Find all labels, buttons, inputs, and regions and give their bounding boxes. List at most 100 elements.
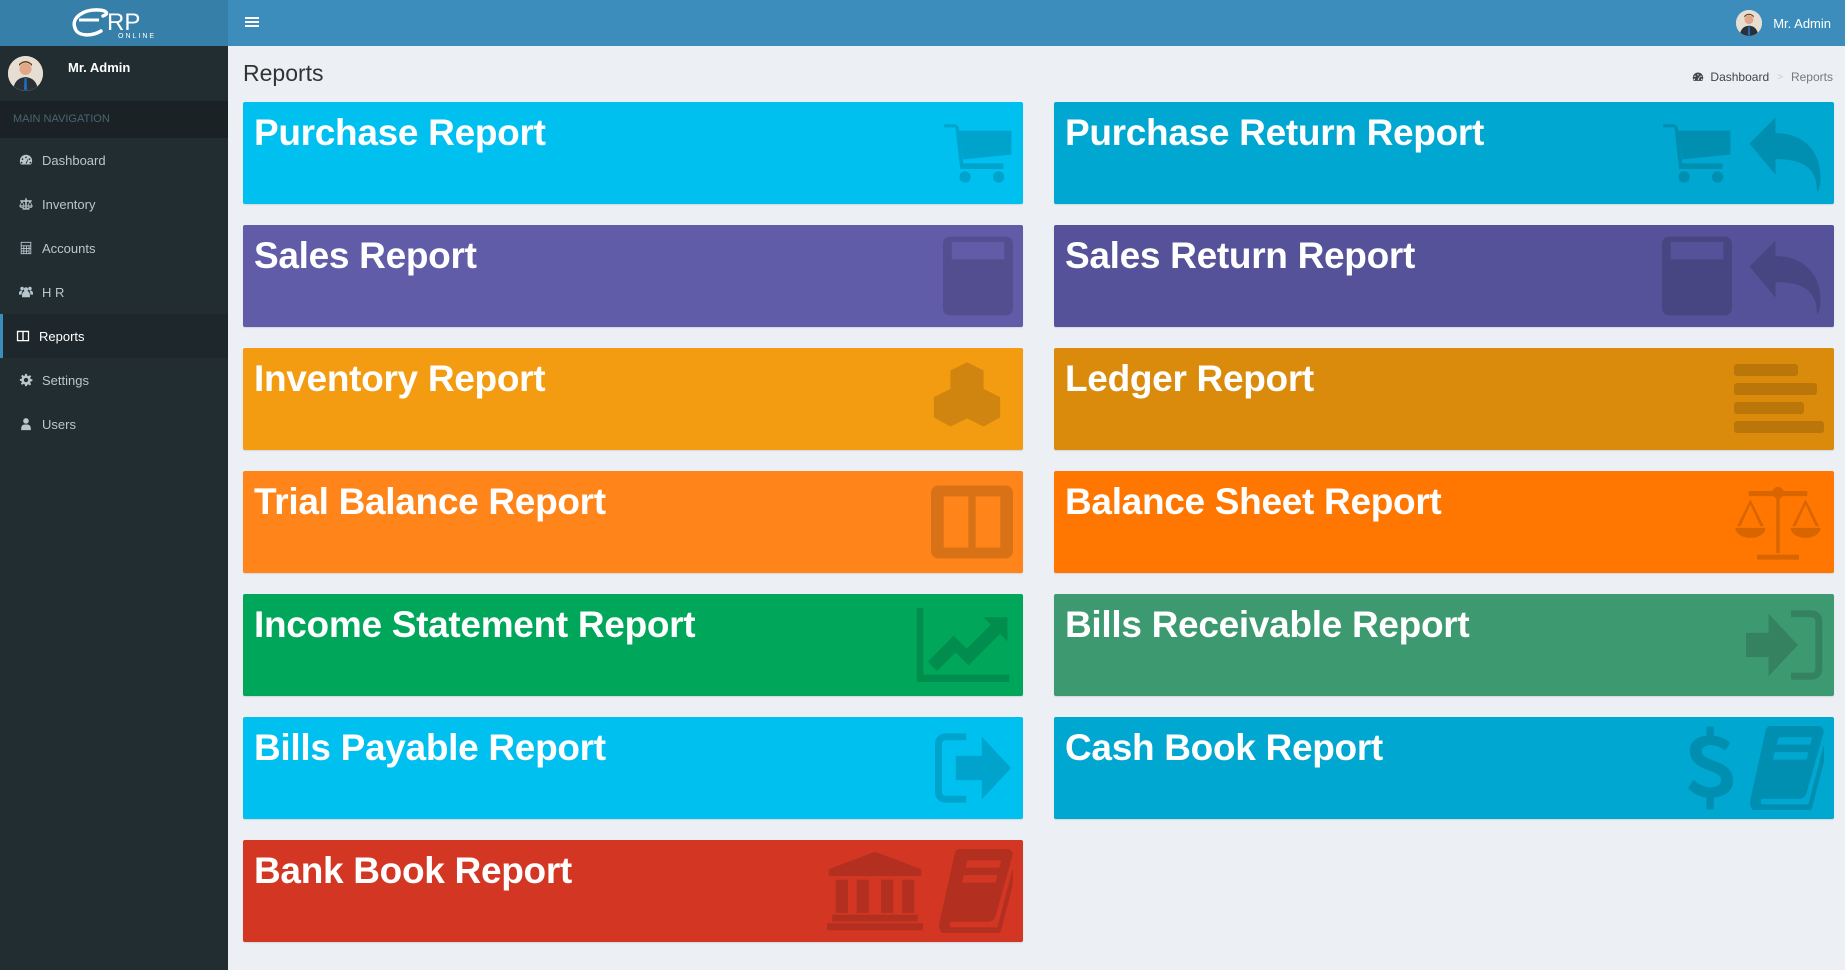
tile-icons xyxy=(1662,233,1824,319)
report-tile-cash-book-report[interactable]: Cash Book Report xyxy=(1054,717,1834,819)
report-tile-income-statement-report[interactable]: Income Statement Report xyxy=(243,594,1023,696)
sidebar-item-label: Accounts xyxy=(42,240,96,256)
content-wrapper: Reports Dashboard > Reports Purchase Rep… xyxy=(228,46,1845,970)
tile-title: Purchase Report xyxy=(254,112,546,153)
report-tile-ledger-report[interactable]: Ledger Report xyxy=(1054,348,1834,450)
cart-icon xyxy=(1660,121,1732,185)
logo-text: RP xyxy=(107,9,140,36)
tile-icons xyxy=(827,848,1013,934)
sidebar-item-label: Users xyxy=(42,416,76,432)
tile-icons xyxy=(921,356,1013,442)
report-tile-bills-payable-report[interactable]: Bills Payable Report xyxy=(243,717,1023,819)
sidebar-nav: Dashboard Inventory Accounts H R Reports… xyxy=(0,138,228,446)
breadcrumb-dashboard-link[interactable]: Dashboard xyxy=(1692,70,1769,84)
sidebar-toggle-button[interactable] xyxy=(242,12,262,32)
columns-icon xyxy=(931,485,1013,559)
tile-title: Income Statement Report xyxy=(254,604,696,645)
balance-scale-icon xyxy=(18,196,34,212)
user-icon xyxy=(18,416,34,432)
report-tile-inventory-report[interactable]: Inventory Report xyxy=(243,348,1023,450)
tile-title: Inventory Report xyxy=(254,358,546,399)
sidebar-item-label: Reports xyxy=(39,328,85,344)
sidebar-item-label: Inventory xyxy=(42,196,96,212)
sidebar-item-hr[interactable]: H R xyxy=(0,270,228,314)
menu-bar xyxy=(245,25,259,27)
tile-title: Bills Payable Report xyxy=(254,727,606,768)
dollar-icon xyxy=(1688,725,1734,811)
dashboard-icon xyxy=(18,152,34,168)
sign-out-icon xyxy=(935,733,1013,803)
tile-icons xyxy=(913,602,1013,688)
tile-icons xyxy=(935,725,1013,811)
sidebar-user-name: Mr. Admin xyxy=(68,60,131,75)
calculator-icon xyxy=(18,240,34,256)
tile-icons xyxy=(931,479,1013,565)
calculator-icon xyxy=(943,234,1013,318)
tile-icons xyxy=(1746,602,1824,688)
nav-header: MAIN NAVIGATION xyxy=(0,101,228,138)
report-tile-trial-balance-report[interactable]: Trial Balance Report xyxy=(243,471,1023,573)
erp-online-logo-icon: RP ONLINE xyxy=(72,8,156,40)
sidebar-item-label: Settings xyxy=(42,372,89,388)
gear-icon xyxy=(18,372,34,388)
balance-scale-icon xyxy=(1732,480,1824,564)
dashboard-icon xyxy=(1693,72,1704,81)
sidebar-item-label: Dashboard xyxy=(42,152,106,168)
top-navbar: Mr. Admin xyxy=(228,0,1845,46)
book-icon xyxy=(1748,726,1824,810)
user-menu[interactable]: Mr. Admin xyxy=(1736,0,1831,46)
tile-icons xyxy=(1732,479,1824,565)
tile-title: Purchase Return Report xyxy=(1065,112,1484,153)
sidebar-item-label: H R xyxy=(42,284,65,300)
breadcrumb: Dashboard > Reports xyxy=(1692,70,1833,84)
menu-bar xyxy=(245,21,259,23)
header-user-name: Mr. Admin xyxy=(1773,15,1831,31)
tile-title: Trial Balance Report xyxy=(254,481,606,522)
tile-title: Bills Receivable Report xyxy=(1065,604,1470,645)
user-avatar-icon xyxy=(8,56,43,91)
report-tile-purchase-report[interactable]: Purchase Report xyxy=(243,102,1023,204)
sidebar-item-settings[interactable]: Settings xyxy=(0,358,228,402)
sidebar-item-reports[interactable]: Reports xyxy=(0,314,228,358)
page-title: Reports xyxy=(243,60,324,86)
report-tile-sales-report[interactable]: Sales Report xyxy=(243,225,1023,327)
logo-subtext: ONLINE xyxy=(118,33,156,40)
reply-icon xyxy=(1746,114,1824,192)
breadcrumb-separator: > xyxy=(1777,71,1783,83)
users-group-icon xyxy=(18,284,34,300)
tile-title: Balance Sheet Report xyxy=(1065,481,1442,522)
breadcrumb-label: Dashboard xyxy=(1710,70,1770,84)
report-tile-balance-sheet-report[interactable]: Balance Sheet Report xyxy=(1054,471,1834,573)
report-tile-sales-return-report[interactable]: Sales Return Report xyxy=(1054,225,1834,327)
logo[interactable]: RP ONLINE xyxy=(0,0,228,46)
tile-icons xyxy=(1734,356,1824,442)
avatar xyxy=(1736,10,1763,36)
sidebar-item-users[interactable]: Users xyxy=(0,402,228,446)
sidebar-item-dashboard[interactable]: Dashboard xyxy=(0,138,228,182)
sidebar-item-inventory[interactable]: Inventory xyxy=(0,182,228,226)
breadcrumb-current: Reports xyxy=(1790,70,1833,84)
tile-icons xyxy=(943,233,1013,319)
line-chart-icon xyxy=(913,608,1013,682)
columns-icon xyxy=(15,328,31,344)
tile-title: Cash Book Report xyxy=(1065,727,1383,768)
align-left-icon xyxy=(1734,364,1824,434)
tile-title: Bank Book Report xyxy=(254,850,572,891)
cubes-icon xyxy=(921,362,1013,436)
sidebar: RP ONLINE Mr. Admin MAIN NAVIGATION Dash… xyxy=(0,0,228,970)
cart-icon xyxy=(941,121,1013,185)
calculator-icon xyxy=(1662,234,1732,318)
report-tile-bank-book-report[interactable]: Bank Book Report xyxy=(243,840,1023,942)
book-icon xyxy=(937,849,1013,933)
sign-in-icon xyxy=(1746,610,1824,680)
menu-bar xyxy=(245,17,259,19)
sidebar-item-accounts[interactable]: Accounts xyxy=(0,226,228,270)
report-tile-purchase-return-report[interactable]: Purchase Return Report xyxy=(1054,102,1834,204)
user-panel: Mr. Admin xyxy=(0,46,228,101)
tile-icons xyxy=(1660,110,1824,196)
report-tile-bills-receivable-report[interactable]: Bills Receivable Report xyxy=(1054,594,1834,696)
tile-title: Sales Report xyxy=(254,235,477,276)
avatar[interactable] xyxy=(8,56,43,91)
reply-icon xyxy=(1746,237,1824,315)
user-avatar-icon xyxy=(1736,10,1763,36)
